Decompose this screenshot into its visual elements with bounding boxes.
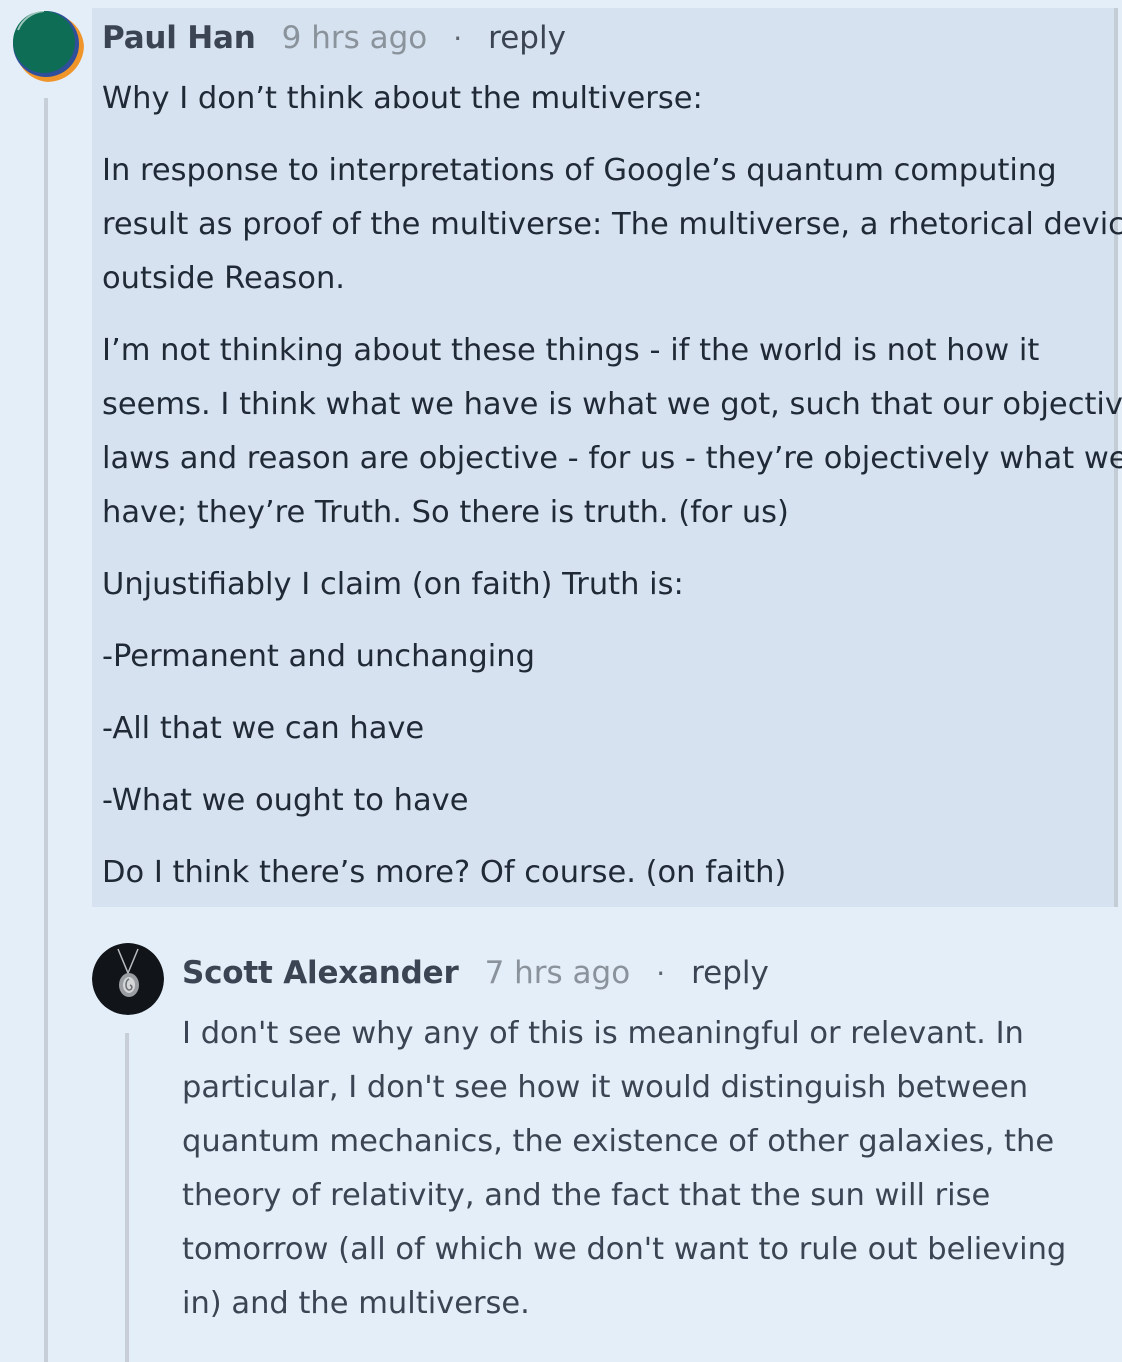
avatar-paul-han-image	[13, 10, 84, 82]
comment-reply-link[interactable]: reply	[488, 20, 566, 56]
comment-paragraph: -Permanent and unchanging	[102, 630, 535, 684]
comment-thread-line[interactable]	[44, 98, 48, 1362]
text-line: -Permanent and unchanging	[102, 639, 535, 674]
text-line: I don't see why any of this is meaningfu…	[182, 1016, 1024, 1051]
text-line: Unjustifiably I claim (on faith) Truth i…	[102, 567, 684, 602]
text-line: result as proof of the multiverse: The m…	[102, 207, 1122, 242]
header-separator: ·	[453, 22, 463, 55]
text-line: particular, I don't see how it would dis…	[182, 1070, 1029, 1105]
comment-paragraph: In response to interpretations of Google…	[102, 144, 1122, 306]
comment-paragraph: -What we ought to have	[102, 774, 469, 828]
text-line: Do I think there’s more? Of course. (on …	[102, 855, 787, 890]
comment-header: Paul Han 9 hrs ago · reply	[102, 20, 566, 56]
text-line: In response to interpretations of Google…	[102, 153, 1057, 188]
text-line: have; they’re Truth. So there is truth. …	[102, 495, 789, 530]
reply-reply-link[interactable]: reply	[691, 955, 769, 991]
text-line: tomorrow (all of which we don't want to …	[182, 1232, 1067, 1267]
comment-paragraph: I’m not thinking about these things - if…	[102, 324, 1122, 540]
comment-paragraph: Do I think there’s more? Of course. (on …	[102, 846, 786, 900]
comment-author[interactable]: Paul Han	[102, 20, 256, 56]
text-line: quantum mechanics, the existence of othe…	[182, 1124, 1055, 1159]
reply-paragraph: I don't see why any of this is meaningfu…	[182, 1007, 1066, 1331]
text-line: -All that we can have	[102, 711, 425, 746]
text-line: seems. I think what we have is what we g…	[102, 387, 1122, 422]
comment-paragraph: Unjustifiably I claim (on faith) Truth i…	[102, 558, 684, 612]
text-line: theory of relativity, and the fact that …	[182, 1178, 991, 1213]
comment-timestamp[interactable]: 9 hrs ago	[282, 20, 428, 56]
text-line: Why I don’t think about the multiverse:	[102, 81, 703, 116]
comment-paragraph: Why I don’t think about the multiverse:	[102, 72, 703, 126]
reply-timestamp[interactable]: 7 hrs ago	[485, 955, 631, 991]
text-line: I’m not thinking about these things - if…	[102, 333, 1040, 368]
text-line: outside Reason.	[102, 261, 345, 296]
text-line: laws and reason are objective - for us -…	[102, 441, 1122, 476]
reply-thread-line[interactable]	[125, 1033, 129, 1362]
reply-author[interactable]: Scott Alexander	[182, 955, 459, 991]
reply-header: Scott Alexander 7 hrs ago · reply	[182, 955, 769, 991]
text-line: -What we ought to have	[102, 783, 469, 818]
avatar-paul-han[interactable]	[10, 8, 84, 82]
text-line: in) and the multiverse.	[182, 1286, 530, 1321]
avatar-scott-alexander[interactable]	[92, 943, 164, 1015]
header-separator: ·	[656, 957, 666, 990]
avatar-scott-alexander-image	[92, 943, 164, 1015]
comment-paragraph: -All that we can have	[102, 702, 424, 756]
